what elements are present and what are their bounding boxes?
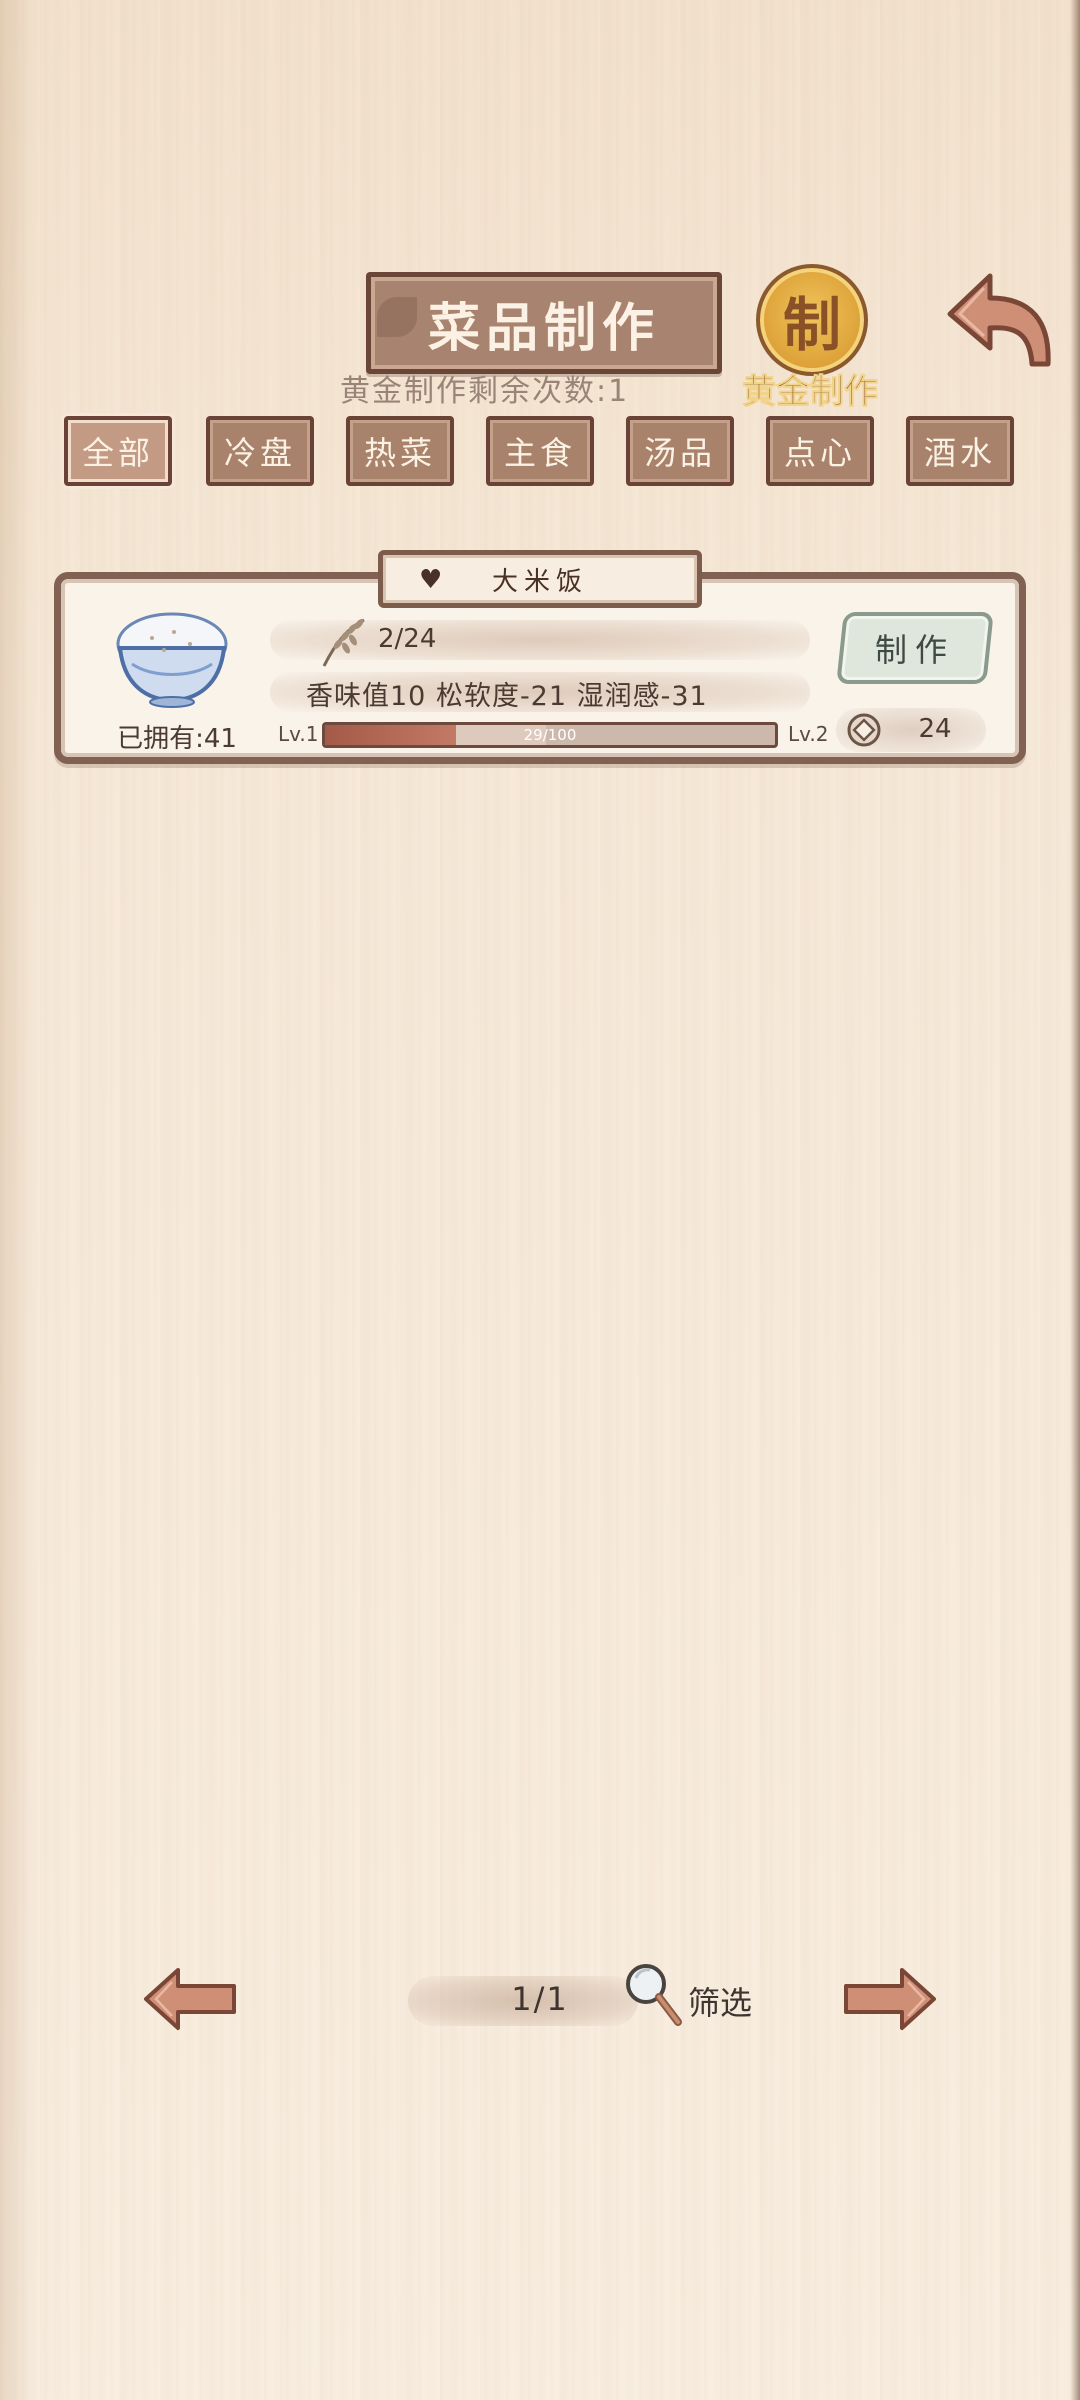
gold-seal-glyph: 制 bbox=[782, 291, 841, 359]
make-button-label: 制作 bbox=[874, 631, 955, 669]
cost-value: 24 bbox=[918, 714, 952, 744]
left-edge-shade bbox=[0, 0, 38, 2400]
tab-cold-dish[interactable]: 冷盘 bbox=[206, 416, 314, 486]
recipe-name: 大米饭 bbox=[491, 566, 588, 597]
make-button[interactable]: 制作 bbox=[836, 612, 994, 684]
gold-craft-label[interactable]: 黄金制作 bbox=[728, 364, 892, 413]
tab-label: 汤品 bbox=[643, 434, 716, 472]
tab-label: 冷盘 bbox=[223, 434, 296, 472]
tab-label: 酒水 bbox=[923, 434, 996, 472]
tab-dessert[interactable]: 点心 bbox=[766, 416, 874, 486]
rice-bowl-icon[interactable] bbox=[112, 604, 232, 710]
tab-all[interactable]: 全部 bbox=[64, 416, 172, 486]
heart-icon: ♥ bbox=[419, 565, 449, 595]
right-edge-shade bbox=[1070, 0, 1080, 2400]
left-arrow-icon bbox=[144, 1968, 236, 2030]
tab-label: 全部 bbox=[81, 434, 154, 472]
tab-soup[interactable]: 汤品 bbox=[626, 416, 734, 486]
back-button[interactable] bbox=[944, 268, 1056, 372]
filter-button[interactable] bbox=[622, 1960, 684, 2028]
tab-drinks[interactable]: 酒水 bbox=[906, 416, 1014, 486]
tab-label: 点心 bbox=[783, 434, 856, 472]
recipe-name-tag: ♥ 大米饭 bbox=[378, 550, 702, 608]
filter-label[interactable]: 筛选 bbox=[688, 1978, 768, 2022]
tab-label: 热菜 bbox=[363, 434, 436, 472]
gold-craft-button[interactable]: 制 bbox=[756, 264, 868, 376]
back-arrow-icon bbox=[947, 273, 1051, 367]
xp-progress-bar: 29/100 bbox=[322, 722, 778, 748]
tab-label: 主食 bbox=[503, 434, 576, 472]
leaf-ornament-icon bbox=[377, 297, 417, 337]
copper-coin-icon bbox=[846, 712, 882, 748]
level-current: Lv.1 bbox=[278, 722, 319, 746]
tab-hot-dish[interactable]: 热菜 bbox=[346, 416, 454, 486]
owned-count: 已拥有:41 bbox=[117, 724, 237, 754]
next-page-button[interactable] bbox=[842, 1966, 938, 2032]
xp-text: 29/100 bbox=[523, 726, 577, 744]
gold-craft-remaining: 黄金制作剩余次数:1 bbox=[340, 374, 630, 409]
level-next: Lv.2 bbox=[788, 722, 829, 746]
magnifier-icon bbox=[626, 1964, 682, 2026]
tab-staple[interactable]: 主食 bbox=[486, 416, 594, 486]
recipe-stats: 香味值10 松软度-21 湿润感-31 bbox=[306, 681, 708, 712]
ingredient-count: 2/24 bbox=[378, 624, 437, 654]
rice-stalk-icon bbox=[318, 612, 374, 668]
page-title-plaque: 菜品制作 bbox=[366, 272, 722, 374]
prev-page-button[interactable] bbox=[142, 1966, 238, 2032]
page-title: 菜品制作 bbox=[427, 298, 660, 359]
right-arrow-icon bbox=[844, 1968, 936, 2030]
page-indicator: 1/1 bbox=[511, 1980, 569, 2018]
